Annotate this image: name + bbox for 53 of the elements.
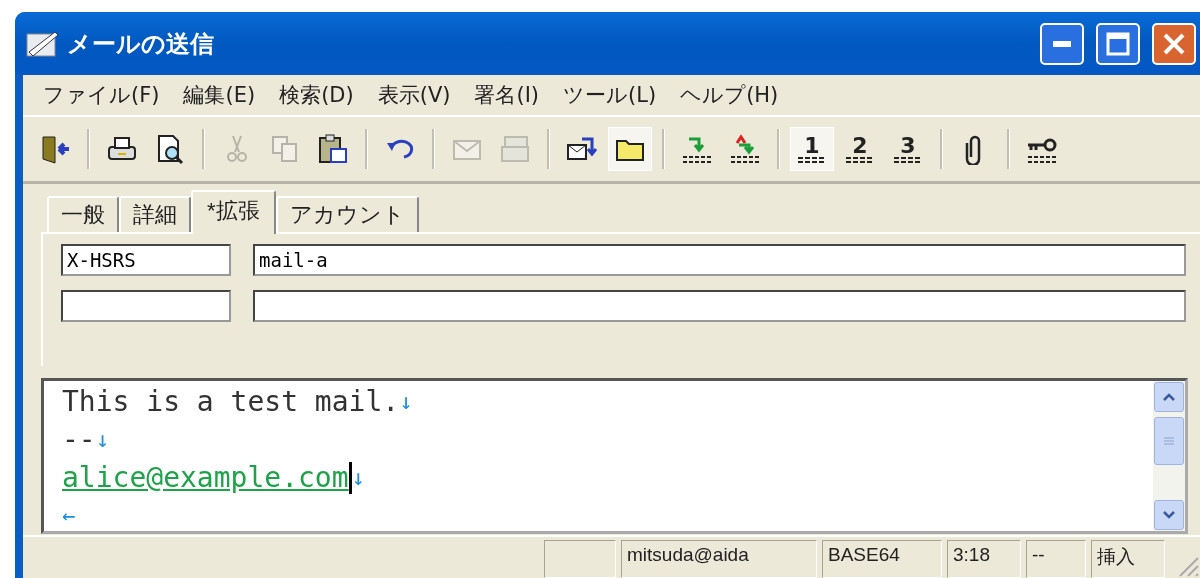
status-cell: mitsuda@aida [621, 540, 817, 578]
minimize-icon [1053, 40, 1071, 47]
heading-level-button[interactable]: 1 [790, 127, 834, 171]
heading-level-button[interactable]: 2 [838, 127, 882, 171]
menu-item[interactable]: ツール(L) [555, 79, 665, 111]
header-value-field[interactable]: mail-a [253, 244, 1186, 276]
dashed-lines-icon [845, 157, 875, 163]
exit-door-icon [39, 133, 71, 165]
maximize-button[interactable] [1096, 22, 1140, 65]
window-title: メールの送信 [67, 28, 215, 60]
menu-item[interactable]: ヘルプ(H) [672, 79, 787, 111]
tab[interactable]: 詳細 [119, 196, 191, 232]
chevron-up-icon [1162, 392, 1176, 402]
dashed-lines-icon [893, 157, 923, 163]
clipboard-icon [317, 133, 349, 165]
scroll-up-button[interactable] [1154, 382, 1184, 412]
envelope-stack-icon [499, 133, 531, 165]
status-cell [544, 540, 616, 578]
toolbar-button[interactable] [608, 127, 652, 171]
header-name-field[interactable] [61, 290, 231, 322]
chevron-down-icon [1162, 510, 1176, 520]
text-caret [348, 462, 352, 494]
menu-item[interactable]: ファイル(F) [35, 79, 168, 111]
vertical-scrollbar[interactable] [1153, 381, 1185, 531]
header-value-field[interactable] [253, 290, 1186, 322]
scroll-thumb[interactable] [1154, 417, 1184, 465]
body-text: This is a test mail. [62, 384, 400, 420]
heading-level-button[interactable]: 3 [886, 127, 930, 171]
line-break-mark: ↓ [351, 464, 365, 492]
menu-item[interactable]: 編集(E) [175, 79, 264, 111]
status-cell: -- [1026, 540, 1086, 578]
line-break-mark: ↓ [399, 388, 413, 416]
tab[interactable]: 一般 [47, 196, 119, 232]
body-text: -- [62, 422, 96, 458]
status-cell: BASE64 [822, 540, 942, 578]
minimize-button[interactable] [1040, 22, 1084, 65]
menu-item[interactable]: 検索(D) [271, 79, 362, 111]
dashed-lines-icon [797, 157, 827, 163]
menu-item[interactable]: 署名(I) [466, 79, 548, 111]
status-cell: 3:18 [947, 540, 1021, 578]
tab[interactable]: アカウント [275, 196, 419, 232]
maximize-icon [1106, 31, 1130, 56]
menu-item[interactable]: 表示(V) [369, 79, 459, 111]
close-icon [1162, 31, 1186, 56]
end-of-file-mark: ← [62, 502, 76, 530]
scroll-down-button[interactable] [1154, 500, 1184, 530]
line-break-mark: ↓ [95, 426, 109, 454]
status-cell: 挿入 [1091, 540, 1165, 578]
close-button[interactable] [1152, 22, 1196, 65]
header-name-field[interactable]: X-HSRS [61, 244, 231, 276]
indent-up-down-icon [729, 133, 761, 165]
tab[interactable]: *拡張 [191, 190, 276, 234]
message-editor[interactable]: This is a test mail.↓ --↓ alice@example.com↓ ← [41, 378, 1188, 534]
